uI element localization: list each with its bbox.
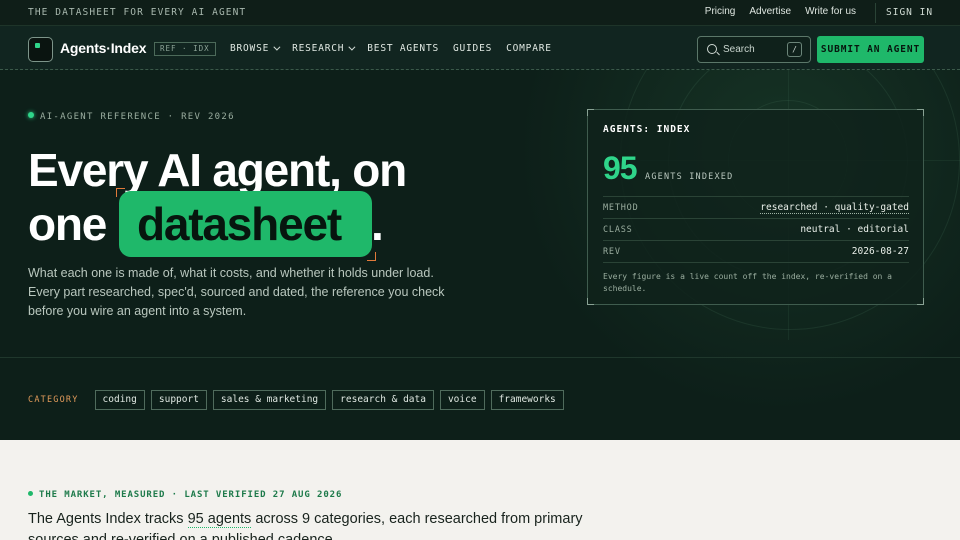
category-filter: CATEGORY coding support sales & marketin… [28, 390, 564, 410]
logo-icon[interactable] [28, 37, 53, 62]
nav-research-label: RESEARCH [292, 43, 345, 54]
index-datasheet-card: AGENTS: INDEX 95 AGENTS INDEXED METHOD r… [587, 109, 924, 305]
sign-in-link[interactable]: SIGN IN [886, 7, 933, 18]
card-title: AGENTS: INDEX [603, 124, 691, 135]
agent-count: 95 [603, 150, 638, 186]
nav-guides[interactable]: GUIDES [453, 43, 492, 54]
corner-bracket-icon [116, 188, 125, 197]
section-divider [0, 357, 960, 358]
search-input[interactable]: Search / [697, 36, 811, 63]
hero-section: AI-AGENT REFERENCE · REV 2026 Every AI a… [0, 70, 960, 440]
row-key: METHOD [603, 203, 639, 213]
chevron-down-icon [273, 43, 281, 51]
search-shortcut-key: / [787, 42, 802, 57]
advertise-link[interactable]: Advertise [749, 6, 791, 17]
hero-eyebrow-text: AI-AGENT REFERENCE · REV 2026 [40, 112, 235, 122]
card-row-class: CLASS neutral · editorial [603, 218, 909, 240]
market-eyebrow-text: THE MARKET, MEASURED · LAST VERIFIED 27 … [39, 490, 343, 500]
status-dot-icon [28, 112, 34, 118]
main-nav: Agents·Index REF · IDX BROWSE RESEARCH B… [0, 26, 960, 70]
corner-mark-icon [587, 109, 594, 116]
row-value: 2026-08-27 [851, 246, 909, 257]
headline-highlight-word: datasheet [137, 198, 342, 250]
category-chip-sales-marketing[interactable]: sales & marketing [212, 390, 327, 410]
row-key: REV [603, 247, 621, 257]
agent-count-label: AGENTS INDEXED [645, 172, 734, 182]
row-value: neutral · editorial [800, 224, 909, 235]
corner-mark-icon [587, 298, 594, 305]
nav-compare[interactable]: COMPARE [506, 43, 552, 54]
category-chip-support[interactable]: support [150, 390, 207, 410]
submit-agent-button[interactable]: SUBMIT AN AGENT [817, 36, 924, 63]
market-text-start: The Agents Index tracks [28, 511, 188, 527]
search-placeholder: Search [723, 44, 755, 55]
category-chip-frameworks[interactable]: frameworks [490, 390, 564, 410]
category-chip-voice[interactable]: voice [439, 390, 485, 410]
card-footnote: Every figure is a live count off the ind… [603, 272, 892, 293]
search-icon [707, 44, 717, 54]
market-summary: The Agents Index tracks 95 agents across… [28, 509, 588, 540]
hero-subtext: What each one is made of, what it costs,… [28, 266, 445, 318]
nav-links: BROWSE RESEARCH BEST AGENTS GUIDES COMPA… [230, 43, 552, 54]
card-row-rev: REV 2026-08-27 [603, 240, 909, 262]
nav-browse-label: BROWSE [230, 43, 270, 54]
nav-browse[interactable]: BROWSE [230, 43, 281, 54]
corner-mark-icon [917, 109, 924, 116]
write-for-us-link[interactable]: Write for us [805, 6, 856, 17]
headline-period: . [371, 198, 384, 250]
top-utility-bar: THE DATASHEET FOR EVERY AI AGENT Pricing… [0, 0, 960, 26]
brand-name[interactable]: Agents·Index [60, 40, 146, 56]
card-divider [603, 262, 909, 263]
nav-best-agents[interactable]: BEST AGENTS [367, 43, 439, 54]
corner-mark-icon [917, 298, 924, 305]
category-label: CATEGORY [28, 395, 79, 405]
row-key: CLASS [603, 225, 633, 235]
nav-research[interactable]: RESEARCH [292, 43, 356, 54]
category-chip-coding[interactable]: coding [94, 390, 145, 410]
agents-count-link[interactable]: 95 agents [187, 511, 252, 528]
headline-word-one: one [28, 198, 107, 250]
corner-bracket-icon [367, 252, 376, 261]
method-link[interactable]: researched · quality-gated [760, 202, 909, 214]
status-dot-icon [28, 491, 33, 496]
card-row-method: METHOD researched · quality-gated [603, 196, 909, 218]
pricing-link[interactable]: Pricing [705, 6, 736, 17]
market-eyebrow: THE MARKET, MEASURED · LAST VERIFIED 27 … [28, 490, 342, 500]
ref-badge: REF · IDX [154, 42, 216, 56]
headline-line-1: Every AI agent, on [28, 144, 407, 196]
category-chip-research-data[interactable]: research & data [332, 390, 434, 410]
hero-eyebrow: AI-AGENT REFERENCE · REV 2026 [28, 112, 235, 122]
utility-links: Pricing Advertise Write for us [705, 6, 856, 17]
site-tagline: THE DATASHEET FOR EVERY AI AGENT [28, 7, 247, 18]
chevron-down-icon [348, 43, 356, 51]
divider [875, 3, 876, 23]
